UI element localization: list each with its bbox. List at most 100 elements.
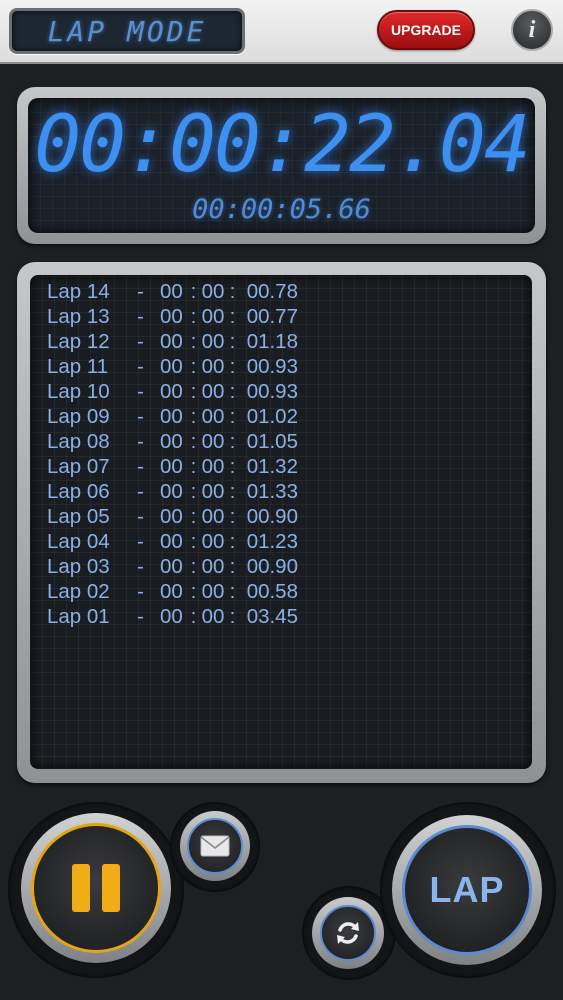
- lap-minutes: 00: [201, 580, 225, 603]
- lap-dash: -: [137, 455, 144, 478]
- current-lap-time: 00:00:05.66: [192, 194, 371, 225]
- lap-sep: :: [190, 455, 197, 478]
- lap-sep: :: [229, 555, 236, 578]
- reset-icon: [337, 922, 359, 944]
- total-time: 00:00:22.04: [34, 100, 531, 190]
- lap-hours: 00: [160, 380, 183, 403]
- lap-row: Lap 10-00:00:00.93: [47, 379, 298, 404]
- lap-row: Lap 12-00:00:01.18: [47, 329, 298, 354]
- lap-seconds: 00.77: [246, 305, 298, 328]
- lap-name: Lap 14: [47, 280, 110, 303]
- lap-row: Lap 06-00:00:01.33: [47, 479, 298, 504]
- lap-row: Lap 14-00:00:00.78: [47, 279, 298, 304]
- lap-seconds: 00.93: [246, 380, 298, 403]
- reset-button-face: [320, 905, 376, 961]
- timer-panel: 00:00:22.04 00:00:05.66: [17, 87, 546, 244]
- lap-minutes: 00: [201, 330, 225, 353]
- control-bar: LAP: [0, 790, 563, 1000]
- lap-sep: :: [190, 505, 197, 528]
- lap-row: Lap 08-00:00:01.05: [47, 429, 298, 454]
- lap-sep: :: [229, 580, 236, 603]
- lap-sep: :: [229, 505, 236, 528]
- lap-list-panel: Lap 14-00:00:00.78 Lap 13-00:00:00.77 Lap …: [17, 262, 546, 783]
- lap-hours: 00: [160, 430, 183, 453]
- lap-sep: :: [190, 355, 197, 378]
- lap-dash: -: [137, 405, 144, 428]
- lap-sep: :: [190, 330, 197, 353]
- mode-badge[interactable]: LAP MODE: [9, 8, 245, 54]
- lap-seconds: 01.23: [246, 530, 298, 553]
- lap-hours: 00: [160, 480, 183, 503]
- lap-name: Lap 04: [47, 530, 110, 553]
- lap-dash: -: [137, 605, 144, 628]
- lap-list-display[interactable]: Lap 14-00:00:00.78 Lap 13-00:00:00.77 Lap …: [30, 275, 532, 769]
- lap-dash: -: [137, 430, 144, 453]
- lap-seconds: 01.18: [246, 330, 298, 353]
- lap-sep: :: [229, 305, 236, 328]
- lap-sep: :: [229, 380, 236, 403]
- email-button[interactable]: [180, 811, 250, 881]
- lap-sep: :: [229, 430, 236, 453]
- lap-name: Lap 12: [47, 330, 110, 353]
- pause-button[interactable]: [21, 813, 171, 963]
- lap-sep: :: [190, 580, 197, 603]
- lap-dash: -: [137, 355, 144, 378]
- lap-row: Lap 11-00:00:00.93: [47, 354, 298, 379]
- lap-list: Lap 14-00:00:00.78 Lap 13-00:00:00.77 Lap …: [47, 279, 298, 629]
- lap-dash: -: [137, 305, 144, 328]
- info-button[interactable]: i: [511, 9, 553, 51]
- lap-hours: 00: [160, 455, 183, 478]
- lap-seconds: 00.93: [246, 355, 298, 378]
- lap-sep: :: [229, 405, 236, 428]
- lap-minutes: 00: [201, 555, 225, 578]
- lap-sep: :: [229, 280, 236, 303]
- lap-row: Lap 07-00:00:01.32: [47, 454, 298, 479]
- lap-sep: :: [190, 380, 197, 403]
- envelope-icon: [200, 835, 230, 857]
- lap-row: Lap 01-00:00:03.45: [47, 604, 298, 629]
- lap-seconds: 01.32: [246, 455, 298, 478]
- lap-name: Lap 09: [47, 405, 110, 428]
- lap-sep: :: [229, 355, 236, 378]
- lap-name: Lap 05: [47, 505, 110, 528]
- lap-button[interactable]: LAP: [392, 815, 542, 965]
- lap-seconds: 00.90: [246, 505, 298, 528]
- lap-minutes: 00: [201, 455, 225, 478]
- lap-row: Lap 04-00:00:01.23: [47, 529, 298, 554]
- pause-icon: [31, 823, 161, 953]
- lap-row: Lap 09-00:00:01.02: [47, 404, 298, 429]
- lap-dash: -: [137, 505, 144, 528]
- lap-sep: :: [190, 605, 197, 628]
- lap-sep: :: [229, 480, 236, 503]
- lap-sep: :: [190, 530, 197, 553]
- lap-dash: -: [137, 480, 144, 503]
- lap-sep: :: [229, 455, 236, 478]
- lap-hours: 00: [160, 305, 183, 328]
- reset-button[interactable]: [312, 897, 384, 969]
- lap-hours: 00: [160, 330, 183, 353]
- pause-bar-left: [72, 864, 90, 912]
- lap-dash: -: [137, 330, 144, 353]
- lap-dash: -: [137, 380, 144, 403]
- lap-seconds: 01.33: [246, 480, 298, 503]
- lap-sep: :: [190, 480, 197, 503]
- lap-name: Lap 10: [47, 380, 110, 403]
- lap-sep: :: [229, 530, 236, 553]
- lap-name: Lap 13: [47, 305, 110, 328]
- lap-name: Lap 01: [47, 605, 110, 628]
- upgrade-button[interactable]: UPGRADE: [377, 10, 475, 50]
- lap-minutes: 00: [201, 430, 225, 453]
- email-button-face: [187, 818, 243, 874]
- lap-seconds: 00.90: [246, 555, 298, 578]
- lap-sep: :: [190, 305, 197, 328]
- pause-bar-right: [102, 864, 120, 912]
- lap-name: Lap 07: [47, 455, 110, 478]
- lap-sep: :: [229, 330, 236, 353]
- lap-sep: :: [229, 605, 236, 628]
- lap-seconds: 00.58: [246, 580, 298, 603]
- lap-minutes: 00: [201, 280, 225, 303]
- lap-row: Lap 02-00:00:00.58: [47, 579, 298, 604]
- lap-seconds: 03.45: [246, 605, 298, 628]
- lap-name: Lap 02: [47, 580, 110, 603]
- lap-dash: -: [137, 530, 144, 553]
